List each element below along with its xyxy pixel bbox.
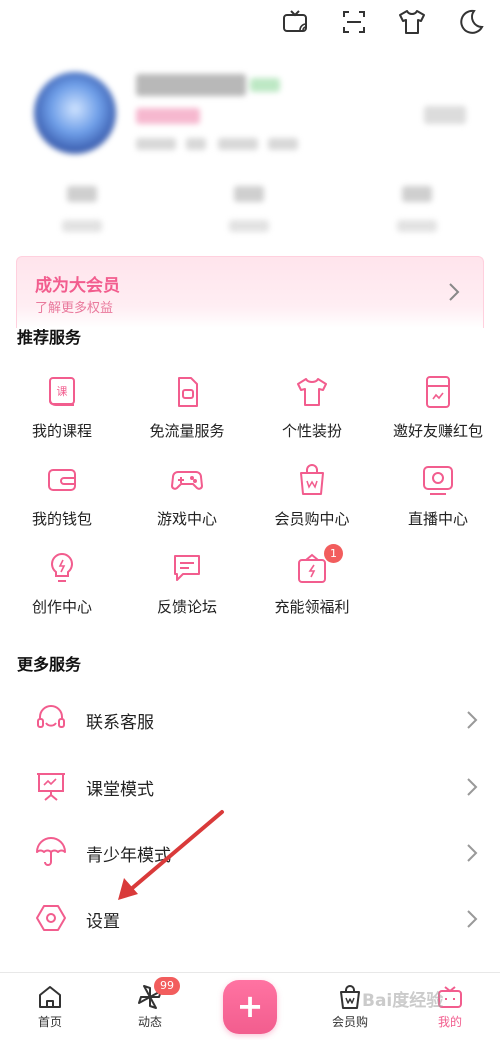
- service-my-courses[interactable]: 课 我的课程: [2, 374, 122, 454]
- chevron-right-icon: [467, 711, 478, 729]
- more-item-label: 青少年模式: [86, 846, 171, 866]
- service-label: 免流量服务: [149, 422, 225, 440]
- avatar[interactable]: [34, 72, 116, 154]
- service-free-data[interactable]: 免流量服务: [127, 374, 247, 454]
- chevron-right-icon: [467, 910, 478, 928]
- home-icon: [39, 986, 61, 1008]
- service-label: 充能领福利: [274, 598, 350, 616]
- nav-label: 动态: [137, 1015, 162, 1029]
- shopping-bag-icon: [340, 985, 360, 1009]
- tshirt-icon[interactable]: [396, 6, 428, 38]
- red-packet-icon: [420, 374, 456, 410]
- more-item-settings[interactable]: 设置: [0, 887, 500, 953]
- notification-badge: 1: [324, 544, 343, 563]
- vip-membership-card[interactable]: 成为大会员 了解更多权益: [16, 256, 484, 328]
- nav-label: 会员购: [331, 1015, 368, 1029]
- service-label: 创作中心: [31, 598, 92, 616]
- settings-icon: [34, 901, 68, 935]
- nav-home[interactable]: 首页: [20, 983, 80, 1039]
- service-member-shop[interactable]: 会员购中心: [252, 462, 372, 542]
- svg-text:课: 课: [57, 385, 68, 398]
- nav-label: 我的: [437, 1015, 462, 1029]
- umbrella-icon: [34, 835, 68, 869]
- service-charge-benefits[interactable]: 1 充能领福利: [252, 544, 372, 630]
- more-item-classroom-mode[interactable]: 课堂模式: [0, 755, 500, 821]
- service-label: 邀好友赚红包: [392, 422, 483, 440]
- service-label: 我的课程: [31, 422, 92, 440]
- night-mode-icon[interactable]: [454, 6, 486, 38]
- service-decoration[interactable]: 个性装扮: [252, 374, 372, 454]
- plus-icon: +: [236, 987, 264, 1025]
- chevron-right-icon: [449, 283, 460, 301]
- shopping-bag-icon: [294, 462, 330, 498]
- more-item-label: 联系客服: [86, 713, 154, 733]
- chevron-right-icon: [467, 778, 478, 796]
- lightbulb-icon: [44, 550, 80, 586]
- service-live-center[interactable]: 直播中心: [378, 462, 498, 542]
- tshirt-icon: [294, 374, 330, 410]
- service-label: 我的钱包: [31, 510, 92, 528]
- service-label: 反馈论坛: [156, 598, 217, 616]
- create-post-button[interactable]: +: [223, 980, 277, 1034]
- more-section-title: 更多服务: [17, 655, 82, 674]
- service-feedback-forum[interactable]: 反馈论坛: [127, 550, 247, 630]
- more-item-teen-mode[interactable]: 青少年模式: [0, 821, 500, 887]
- service-label: 会员购中心: [274, 510, 350, 528]
- notification-badge: 99: [154, 977, 180, 995]
- vip-title: 成为大会员: [35, 276, 120, 296]
- nav-label: 首页: [37, 1015, 62, 1029]
- service-creator-center[interactable]: 创作中心: [2, 550, 122, 630]
- course-icon: 课: [44, 374, 80, 410]
- service-wallet[interactable]: 我的钱包: [2, 462, 122, 542]
- service-game-center[interactable]: 游戏中心: [127, 462, 247, 542]
- profile-header[interactable]: [0, 62, 500, 247]
- service-label: 个性装扮: [281, 422, 342, 440]
- wallet-icon: [44, 462, 80, 498]
- headset-icon: [34, 702, 68, 736]
- chevron-right-icon: [467, 844, 478, 862]
- vip-subtitle: 了解更多权益: [35, 301, 114, 316]
- more-item-customer-service[interactable]: 联系客服: [0, 688, 500, 754]
- more-item-label: 设置: [86, 912, 120, 932]
- service-label: 游戏中心: [156, 510, 217, 528]
- chat-icon: [169, 550, 205, 586]
- sim-card-icon: [169, 374, 205, 410]
- gamepad-icon: [169, 462, 205, 498]
- live-tv-icon: [420, 462, 456, 498]
- scan-icon[interactable]: [338, 6, 370, 38]
- more-item-label: 课堂模式: [86, 780, 154, 800]
- recommended-section-title: 推荐服务: [17, 328, 82, 347]
- classroom-icon: [34, 769, 68, 803]
- top-toolbar: [0, 0, 500, 48]
- tv-icon[interactable]: [280, 6, 312, 38]
- nav-dynamic[interactable]: 99 动态: [120, 977, 180, 1039]
- service-invite-friends[interactable]: 邀好友赚红包: [378, 374, 498, 454]
- service-label: 直播中心: [407, 510, 468, 528]
- watermark: Bai度经验: [362, 991, 444, 1011]
